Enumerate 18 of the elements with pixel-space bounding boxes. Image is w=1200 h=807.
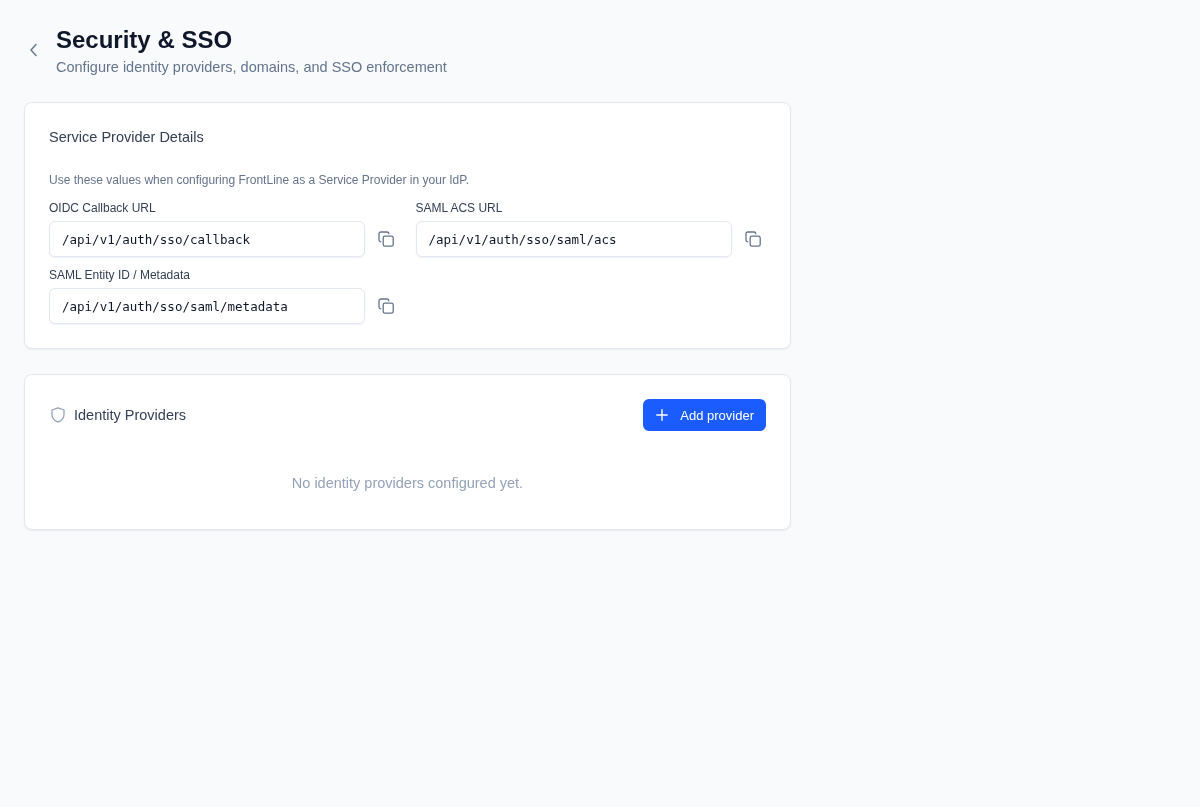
url-field[interactable]: /api/v1/auth/sso/saml/acs	[415, 221, 732, 257]
plus-icon	[656, 409, 669, 421]
empty-message: No identity providers configured yet.	[290, 474, 525, 493]
field-label: SAML ACS URL	[415, 200, 504, 216]
url-field[interactable]: /api/v1/auth/sso/callback	[49, 221, 365, 257]
card-description: Use these values when configuring FrontLine as a Service Provider in your IdP.	[49, 172, 470, 188]
add-provider-button[interactable]: Add provider	[643, 399, 766, 431]
card-title: Service Provider Details	[49, 128, 205, 147]
field-label: SAML Entity ID / Metadata	[49, 267, 191, 283]
page-subtitle: Configure identity providers, domains, and SSO enforcement	[56, 58, 447, 77]
field-label: OIDC Callback URL	[49, 200, 157, 216]
card-title: Identity Providers	[74, 406, 187, 425]
copy-icon	[378, 298, 394, 314]
copy-icon	[378, 231, 394, 247]
url-field[interactable]: /api/v1/auth/sso/saml/metadata	[49, 288, 365, 324]
shield-icon	[51, 407, 65, 423]
page-title: Security & SSO	[56, 26, 234, 54]
copy-icon	[744, 231, 761, 247]
